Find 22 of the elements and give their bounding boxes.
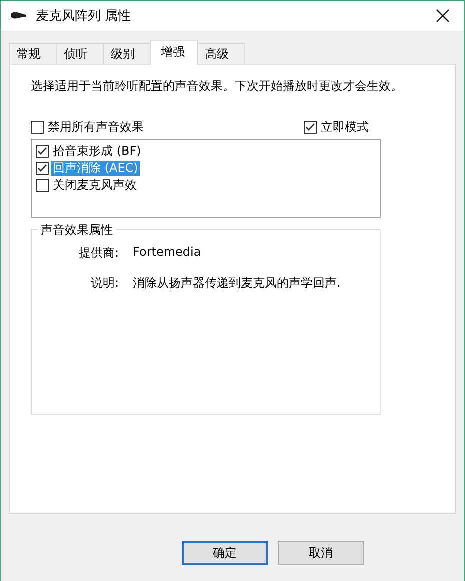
checkbox[interactable] xyxy=(304,121,317,134)
list-item[interactable]: 关闭麦克风声效 xyxy=(51,178,139,193)
description-text: 选择适用于当前聆听配置的声音效果。下次开始播放时更改才会生效。 xyxy=(31,79,404,94)
tab[interactable]: 常规 xyxy=(9,43,57,64)
checkbox[interactable] xyxy=(36,179,49,192)
checkbox[interactable] xyxy=(31,121,44,134)
property-label: 提供商: xyxy=(78,245,119,262)
window-title: 麦克风阵列 属性 xyxy=(36,8,132,25)
property-value: 消除从扬声器传递到麦克风的声学回声. xyxy=(133,275,342,292)
checkbox-label: 禁用所有声音效果 xyxy=(47,120,145,135)
checkbox[interactable] xyxy=(36,145,49,158)
tab[interactable]: 高级 xyxy=(197,43,245,64)
property-label: 说明: xyxy=(90,275,119,292)
checkbox-label: 立即模式 xyxy=(320,120,370,135)
cancel-button[interactable]: 取消 xyxy=(278,541,364,565)
tab[interactable]: 增强 xyxy=(150,40,198,65)
ok-button[interactable]: 确定 xyxy=(182,541,268,565)
property-value: Fortemedia xyxy=(133,245,202,261)
list-item[interactable]: 拾音束形成 (BF) xyxy=(51,144,144,159)
group-title: 声音效果属性 xyxy=(38,222,116,239)
close-icon[interactable] xyxy=(436,9,450,23)
checkbox[interactable] xyxy=(36,162,49,175)
